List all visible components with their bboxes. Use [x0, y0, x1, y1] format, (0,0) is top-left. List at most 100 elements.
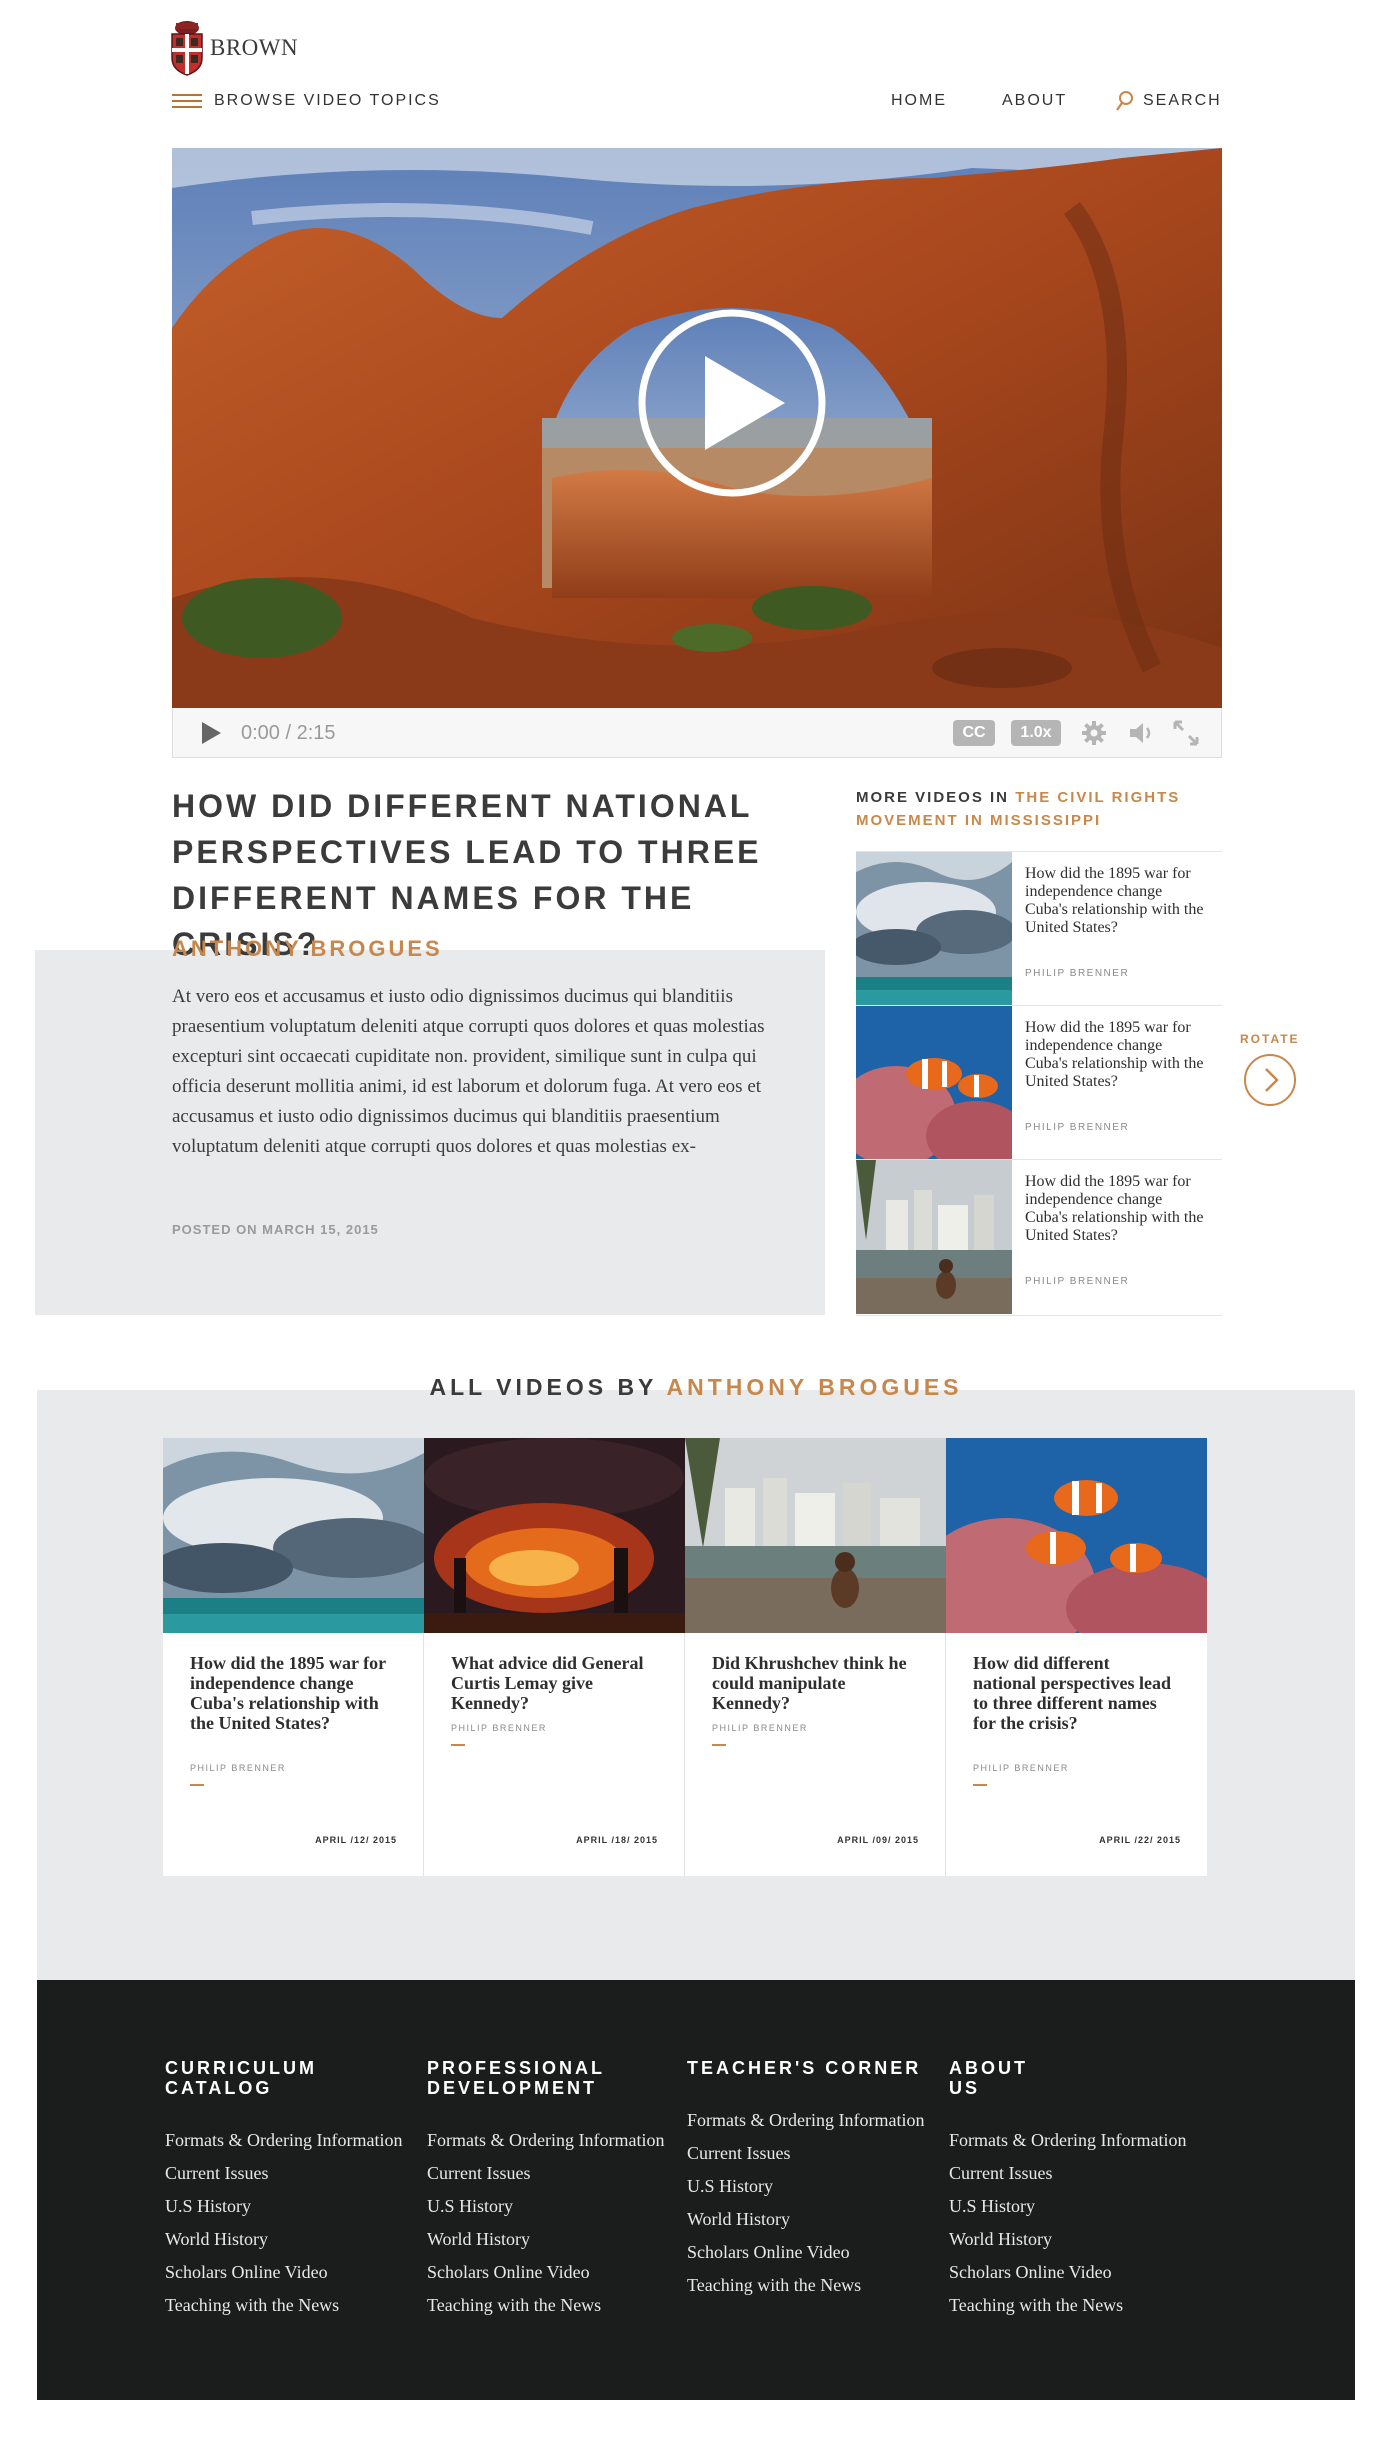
footer-link[interactable]: Teaching with the News	[165, 2295, 405, 2315]
sidebar-item-title[interactable]: How did the 1895 war for independence ch…	[1025, 1173, 1205, 1245]
more-videos-heading: MORE VIDEOS IN THE CIVIL RIGHTS MOVEMENT…	[856, 786, 1226, 832]
footer-link[interactable]: Formats & Ordering Information	[427, 2130, 667, 2150]
footer-column-professional: PROFESSIONAL DEVELOPMENT Formats & Order…	[427, 2058, 667, 2328]
footer-heading: PROFESSIONAL DEVELOPMENT	[427, 2058, 605, 2098]
video-thumbnail[interactable]	[685, 1438, 946, 1633]
fullscreen-icon[interactable]	[1173, 720, 1199, 746]
sidebar-item-title[interactable]: How did the 1895 war for independence ch…	[1025, 865, 1205, 937]
video-controls: 0:00 / 2:15 CC 1.0x	[172, 708, 1222, 758]
video-thumbnail[interactable]	[424, 1438, 685, 1633]
all-videos-heading: ALL VIDEOS BY ANTHONY BROGUES	[0, 1374, 1392, 1401]
sidebar-video-item[interactable]: How did the 1895 war for independence ch…	[856, 1005, 1222, 1160]
play-icon[interactable]	[637, 308, 827, 498]
footer-link[interactable]: U.S History	[165, 2196, 405, 2216]
video-thumbnail[interactable]	[946, 1438, 1207, 1633]
footer-link[interactable]: U.S History	[427, 2196, 667, 2216]
more-videos-prefix: MORE VIDEOS IN	[856, 789, 1010, 806]
footer-link[interactable]: Teaching with the News	[427, 2295, 667, 2315]
video-card-title[interactable]: How did different national perspectives …	[973, 1653, 1173, 1733]
divider	[451, 1744, 465, 1746]
footer-link[interactable]: Formats & Ordering Information	[949, 2130, 1189, 2150]
footer-column-curriculum: CURRICULUM CATALOG Formats & Ordering In…	[165, 2058, 405, 2328]
speed-button[interactable]: 1.0x	[1011, 720, 1061, 746]
video-card-author: PHILIP BRENNER	[190, 1763, 286, 1773]
sidebar-item-author: PHILIP BRENNER	[1025, 1122, 1130, 1133]
footer-link[interactable]: Scholars Online Video	[165, 2262, 405, 2282]
footer-link[interactable]: Teaching with the News	[949, 2295, 1189, 2315]
video-card-title[interactable]: Did Khrushchev think he could manipulate…	[712, 1653, 912, 1713]
footer-link[interactable]: World History	[165, 2229, 405, 2249]
footer-link[interactable]: World History	[427, 2229, 667, 2249]
footer-link[interactable]: World History	[949, 2229, 1189, 2249]
brand-logo[interactable]: BROWN	[170, 20, 298, 76]
all-videos-prefix: ALL VIDEOS BY	[429, 1374, 657, 1400]
brand-name: BROWN	[210, 35, 299, 60]
video-thumbnail[interactable]	[856, 852, 1012, 1006]
browse-topics-button[interactable]: BROWSE VIDEO TOPICS	[172, 92, 441, 110]
menu-icon	[172, 93, 202, 109]
footer-link[interactable]: Scholars Online Video	[687, 2242, 927, 2262]
video-thumbnail[interactable]	[856, 1006, 1012, 1160]
video-thumbnail[interactable]	[856, 1160, 1012, 1314]
footer-link[interactable]: Scholars Online Video	[949, 2262, 1189, 2282]
footer-link[interactable]: Current Issues	[427, 2163, 667, 2183]
video-card-date: APRIL /18/ 2015	[576, 1835, 658, 1845]
footer-link[interactable]: U.S History	[949, 2196, 1189, 2216]
video-player[interactable]	[172, 148, 1222, 708]
video-card[interactable]: How did different national perspectives …	[946, 1438, 1207, 1876]
video-card-date: APRIL /09/ 2015	[837, 1835, 919, 1845]
footer-link[interactable]: World History	[687, 2209, 927, 2229]
play-icon[interactable]	[199, 721, 223, 745]
search-icon	[1116, 91, 1133, 111]
footer-link[interactable]: Scholars Online Video	[427, 2262, 667, 2282]
browse-topics-label: BROWSE VIDEO TOPICS	[214, 92, 441, 109]
footer-link[interactable]: Current Issues	[165, 2163, 405, 2183]
video-card[interactable]: Did Khrushchev think he could manipulate…	[685, 1438, 946, 1876]
divider	[973, 1784, 987, 1786]
video-card-title[interactable]: How did the 1895 war for independence ch…	[190, 1653, 390, 1733]
brown-shield-icon	[171, 21, 203, 76]
video-time: 0:00 / 2:15	[241, 722, 336, 744]
sidebar-item-title[interactable]: How did the 1895 war for independence ch…	[1025, 1019, 1205, 1091]
footer-link[interactable]: U.S History	[687, 2176, 927, 2196]
volume-icon[interactable]	[1128, 720, 1156, 746]
video-card[interactable]: How did the 1895 war for independence ch…	[163, 1438, 424, 1876]
chevron-right-icon	[1265, 1068, 1279, 1092]
video-card-author: PHILIP BRENNER	[973, 1763, 1069, 1773]
footer-link[interactable]: Formats & Ordering Information	[687, 2110, 927, 2130]
footer-link[interactable]: Formats & Ordering Information	[165, 2130, 405, 2150]
all-videos-author[interactable]: ANTHONY BROGUES	[667, 1374, 963, 1400]
settings-icon[interactable]	[1081, 720, 1107, 746]
footer-column-about: ABOUT US Formats & Ordering Information …	[949, 2058, 1189, 2328]
rotate-button[interactable]	[1244, 1054, 1296, 1106]
article-author[interactable]: ANTHONY BROGUES	[172, 936, 443, 962]
sidebar-item-author: PHILIP BRENNER	[1025, 968, 1130, 979]
video-card[interactable]: What advice did General Curtis Lemay giv…	[424, 1438, 685, 1876]
video-card-author: PHILIP BRENNER	[712, 1723, 808, 1733]
divider	[190, 1784, 204, 1786]
nav-about[interactable]: ABOUT	[1002, 92, 1067, 110]
footer-column-teachers: TEACHER'S CORNER Formats & Ordering Info…	[687, 2058, 927, 2308]
footer-link[interactable]: Current Issues	[949, 2163, 1189, 2183]
sidebar-video-item[interactable]: How did the 1895 war for independence ch…	[856, 1159, 1222, 1316]
video-card-title[interactable]: What advice did General Curtis Lemay giv…	[451, 1653, 651, 1713]
video-thumbnail[interactable]	[163, 1438, 424, 1633]
posted-date: POSTED ON MARCH 15, 2015	[172, 1222, 379, 1237]
sidebar-video-item[interactable]: How did the 1895 war for independence ch…	[856, 851, 1222, 1006]
footer-heading: ABOUT US	[949, 2058, 1028, 2098]
footer-link[interactable]: Current Issues	[687, 2143, 927, 2163]
rotate-label: ROTATE	[1240, 1032, 1300, 1046]
article-body: At vero eos et accusamus et iusto odio d…	[172, 986, 765, 1157]
cc-icon[interactable]: CC	[953, 720, 995, 746]
nav-home[interactable]: HOME	[891, 92, 947, 110]
video-card-author: PHILIP BRENNER	[451, 1723, 547, 1733]
footer-heading: CURRICULUM CATALOG	[165, 2058, 317, 2098]
footer-heading: TEACHER'S CORNER	[687, 2058, 922, 2078]
sidebar-item-author: PHILIP BRENNER	[1025, 1276, 1130, 1287]
footer-link[interactable]: Teaching with the News	[687, 2275, 927, 2295]
video-card-date: APRIL /12/ 2015	[315, 1835, 397, 1845]
video-card-date: APRIL /22/ 2015	[1099, 1835, 1181, 1845]
divider	[712, 1744, 726, 1746]
search-label: SEARCH	[1143, 92, 1222, 109]
nav-search[interactable]: SEARCH	[1115, 90, 1222, 112]
